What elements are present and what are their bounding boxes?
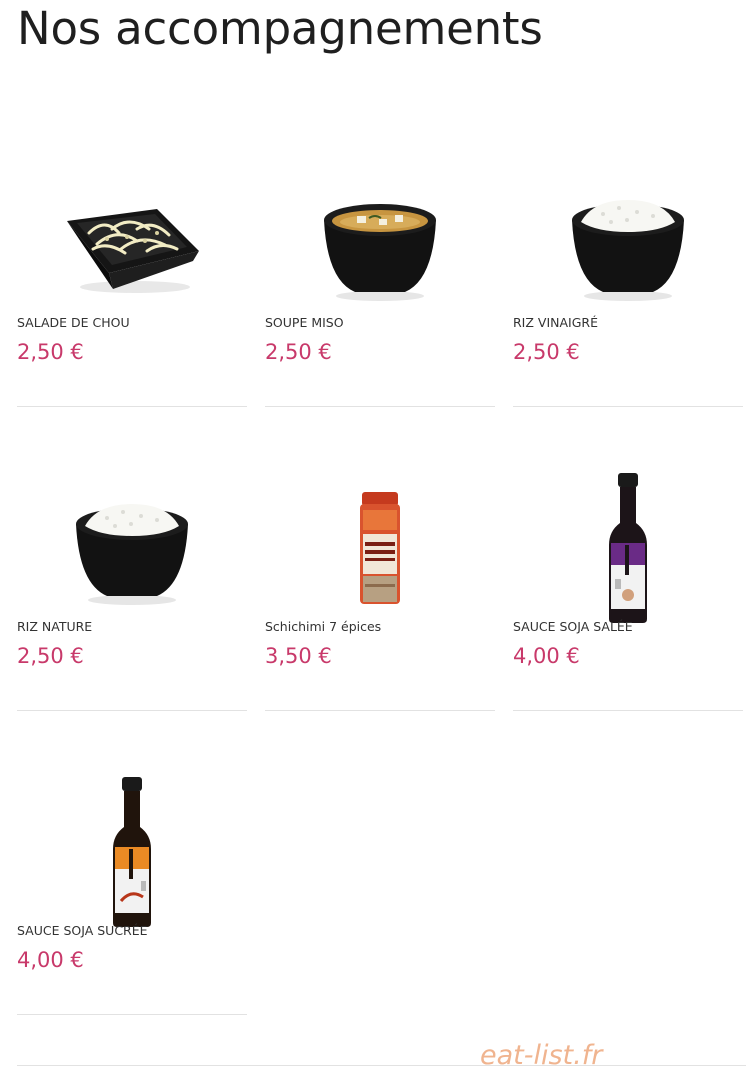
product-name[interactable]: SAUCE SOJA SUCRÉE bbox=[17, 923, 148, 939]
product-name[interactable]: RIZ NATURE bbox=[17, 619, 92, 635]
product-card-sauce-soja-sucree[interactable]: SAUCE SOJA SUCRÉE 4,00 € bbox=[17, 776, 247, 1015]
shichimi-spice-jar-image[interactable] bbox=[265, 480, 495, 615]
product-name[interactable]: SALADE DE CHOU bbox=[17, 315, 130, 331]
product-price: 2,50 € bbox=[17, 340, 84, 364]
footer-divider bbox=[17, 1065, 746, 1066]
product-price: 2,50 € bbox=[513, 340, 580, 364]
vinegared-rice-image[interactable] bbox=[513, 176, 743, 311]
miso-soup-image[interactable] bbox=[265, 176, 495, 311]
product-price: 4,00 € bbox=[17, 948, 84, 972]
product-name[interactable]: SAUCE SOJA SALÉE bbox=[513, 619, 633, 635]
product-card-riz-nature[interactable]: RIZ NATURE 2,50 € bbox=[17, 480, 247, 711]
product-price: 2,50 € bbox=[265, 340, 332, 364]
sweet-soy-sauce-bottle-image[interactable] bbox=[17, 776, 247, 927]
product-card-sauce-soja-salee[interactable]: SAUCE SOJA SALÉE 4,00 € bbox=[513, 472, 743, 711]
product-card-salade-de-chou[interactable]: SALADE DE CHOU 2,50 € bbox=[17, 176, 247, 407]
product-name[interactable]: Schichimi 7 épices bbox=[265, 619, 381, 635]
product-name[interactable]: RIZ VINAIGRÉ bbox=[513, 315, 598, 331]
product-price: 4,00 € bbox=[513, 644, 580, 668]
salted-soy-sauce-bottle-image[interactable] bbox=[513, 472, 743, 623]
product-card-soupe-miso[interactable]: SOUPE MISO 2,50 € bbox=[265, 176, 495, 407]
product-card-riz-vinaigre[interactable]: RIZ VINAIGRÉ 2,50 € bbox=[513, 176, 743, 407]
product-price: 3,50 € bbox=[265, 644, 332, 668]
product-card-schichimi[interactable]: Schichimi 7 épices 3,50 € bbox=[265, 480, 495, 711]
cabbage-salad-image[interactable] bbox=[17, 176, 247, 311]
page-title: Nos accompagnements bbox=[17, 2, 543, 55]
product-price: 2,50 € bbox=[17, 644, 84, 668]
product-name[interactable]: SOUPE MISO bbox=[265, 315, 344, 331]
watermark: eat-list.fr bbox=[480, 1040, 603, 1071]
plain-rice-image[interactable] bbox=[17, 480, 247, 615]
